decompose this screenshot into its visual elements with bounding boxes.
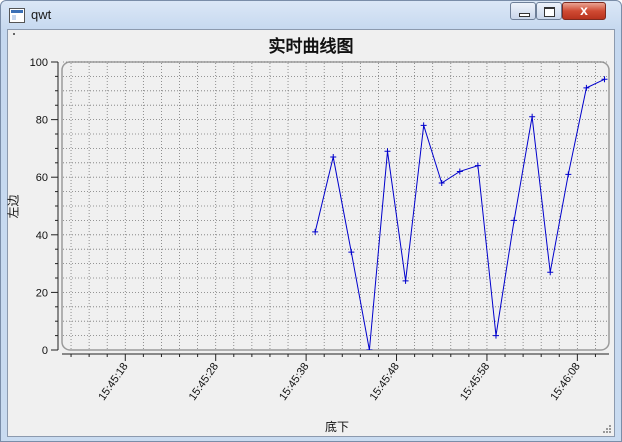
x-tick-label: 15:45:58 xyxy=(458,361,492,403)
main-window: qwt x 实时曲线图 左边 底下 0 20 40 60 80 100 15:45:18 15… xyxy=(0,0,622,442)
x-tick-label: 15:45:38 xyxy=(277,361,311,403)
close-button[interactable]: x xyxy=(562,2,606,20)
chart-svg[interactable]: 0 20 40 60 80 100 15:45:18 15:45:28 15:45:38 15:4… xyxy=(8,30,614,436)
y-tick-label: 60 xyxy=(36,172,48,184)
y-tick-label: 80 xyxy=(36,115,48,127)
y-tick-label: 0 xyxy=(42,345,48,357)
x-tick-label: 15:45:18 xyxy=(96,361,130,403)
app-icon xyxy=(9,8,25,23)
title-bar[interactable]: qwt x xyxy=(1,1,621,29)
minimize-button[interactable] xyxy=(510,2,536,20)
maximize-button[interactable] xyxy=(536,2,562,20)
y-tick-label: 20 xyxy=(36,287,48,299)
y-tick-label: 40 xyxy=(36,230,48,242)
resize-grip-icon[interactable] xyxy=(602,424,612,434)
window-title: qwt xyxy=(31,7,52,22)
y-tick-label: 100 xyxy=(30,57,48,69)
x-tick-label: 15:45:28 xyxy=(187,361,221,403)
x-tick-label: 15:45:48 xyxy=(368,361,402,403)
plot-area: 实时曲线图 左边 底下 0 20 40 60 80 100 15:45:18 15:45:28… xyxy=(7,29,615,437)
x-tick-label: 15:46:08 xyxy=(548,361,582,403)
close-icon: x xyxy=(580,2,588,18)
